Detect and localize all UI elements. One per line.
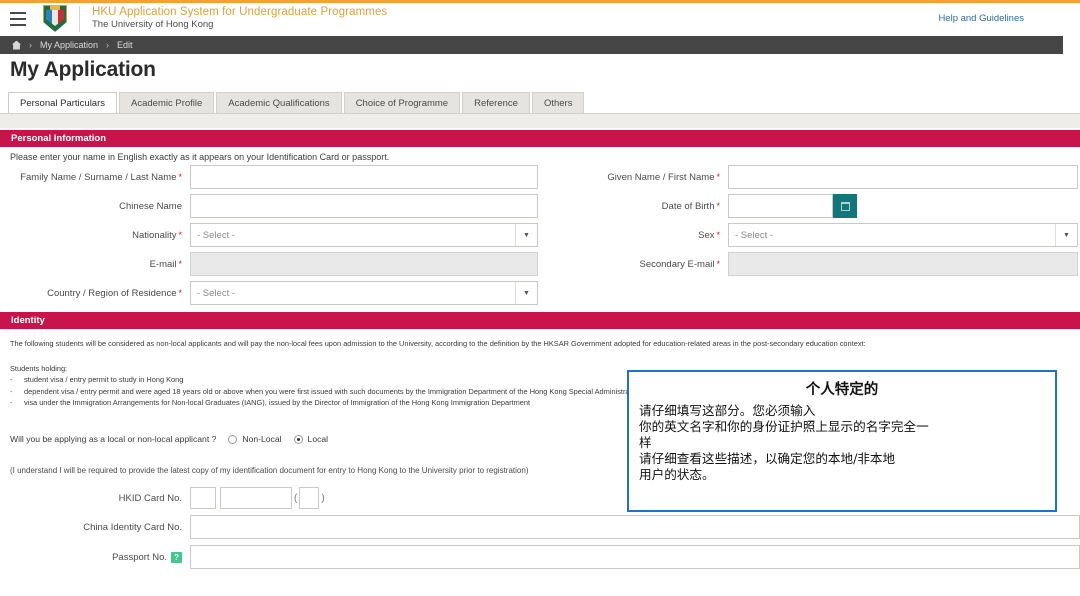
bullet-item-1: - student visa / entry permit to study in…	[10, 375, 184, 385]
system-title: HKU Application System for Undergraduate…	[92, 5, 388, 18]
label-chinese-name: Chinese Name	[119, 200, 182, 212]
label-given-name: Given Name / First Name *	[607, 171, 720, 183]
annotation-callout: 个人特定的 请仔细填写这部分。您必须输入 你的英文名字和你的身份证护照上显示的名…	[627, 370, 1057, 512]
radio-dot-non-local	[228, 434, 238, 444]
annotation-line-5: 用户的状态。	[639, 467, 715, 483]
label-passport-no: Passport No. ?	[0, 551, 182, 563]
bullet-item-3: - visa under the Immigration Arrangements…	[10, 398, 531, 408]
tab-bar: Personal Particulars Academic Profile Ac…	[8, 92, 586, 113]
annotation-line-3: 样	[639, 435, 652, 451]
annotation-body: 请仔细填写这部分。您必须输入 你的英文名字和你的身份证护照上显示的名字完全一 样…	[639, 403, 1045, 484]
input-china-identity-card-no[interactable]	[190, 515, 1080, 539]
radio-option-non-local[interactable]: Non-Local	[228, 434, 282, 444]
field-row-hkid: HKID Card No. ( )	[0, 487, 327, 509]
annotation-line-1: 请仔细填写这部分。您必须输入	[639, 403, 816, 418]
field-row-secondary-email: Secondary E-mail *	[600, 252, 1078, 276]
identity-bullet-list: Students holding: - student visa / entry …	[10, 363, 667, 409]
page-title: My Application	[10, 58, 156, 81]
identification-document-note: (I understand I will be required to prov…	[10, 466, 529, 475]
select-sex[interactable]: - Select - ▼	[728, 223, 1078, 247]
tab-reference[interactable]: Reference	[462, 92, 530, 113]
label-sex: Sex *	[698, 229, 720, 241]
header-titles: HKU Application System for Undergraduate…	[92, 6, 387, 31]
field-row-china-id: China Identity Card No.	[0, 515, 1080, 539]
breadcrumb-item-my-application[interactable]: My Application	[40, 40, 98, 50]
section-header-identity: Identity	[0, 312, 1080, 329]
field-row-chinese-name: Chinese Name	[0, 194, 538, 218]
calendar-icon[interactable]	[833, 194, 857, 218]
input-hkid-prefix[interactable]	[190, 487, 216, 509]
input-email[interactable]	[190, 252, 538, 276]
breadcrumb-separator-1: ›	[29, 40, 32, 50]
chevron-down-icon: ▼	[515, 282, 537, 304]
help-question-icon[interactable]: ?	[171, 551, 182, 563]
label-china-identity-card-no: China Identity Card No.	[83, 521, 182, 533]
annotation-line-2: 你的英文名字和你的身份证护照上显示的名字完全一	[639, 419, 929, 435]
tab-personal-particulars[interactable]: Personal Particulars	[8, 92, 118, 113]
applicant-type-row: Will you be applying as a local or non-l…	[10, 434, 328, 444]
field-row-given-name: Given Name / First Name *	[600, 165, 1078, 189]
tab-choice-of-programme[interactable]: Choice of Programme	[343, 92, 461, 113]
tabs-underline	[0, 113, 1080, 128]
label-email: E-mail *	[149, 258, 182, 270]
breadcrumb: › My Application › Edit	[0, 36, 1063, 54]
chevron-down-icon: ▼	[1055, 224, 1077, 246]
field-row-nationality: Nationality * - Select - ▼	[0, 223, 538, 247]
application-page: HKU Application System for Undergraduate…	[0, 0, 1080, 596]
breadcrumb-separator-2: ›	[106, 40, 110, 50]
university-name: The University of Hong Kong	[92, 19, 214, 31]
input-hkid-checkdigit[interactable]	[299, 487, 320, 509]
select-nationality-value: - Select -	[197, 229, 236, 241]
field-row-passport: Passport No. ?	[0, 545, 1080, 569]
menu-icon[interactable]	[10, 11, 26, 26]
help-and-guidelines-link[interactable]: Help and Guidelines	[938, 13, 1024, 24]
select-country-region[interactable]: - Select - ▼	[190, 281, 538, 305]
input-passport-no[interactable]	[190, 545, 1080, 569]
field-row-country-region: Country / Region of Residence * - Select …	[0, 281, 538, 305]
chevron-down-icon: ▼	[515, 224, 537, 246]
label-country-region: Country / Region of Residence *	[47, 287, 182, 299]
label-family-name: Family Name / Surname / Last Name *	[20, 171, 182, 183]
header-divider	[79, 5, 80, 32]
input-date-of-birth[interactable]	[728, 194, 833, 218]
input-family-name[interactable]	[190, 165, 538, 189]
annotation-title: 个人特定的	[805, 382, 879, 398]
radio-dot-local	[293, 434, 303, 444]
breadcrumb-item-edit[interactable]: Edit	[117, 40, 133, 50]
hkid-close-paren: )	[321, 492, 325, 504]
site-header: HKU Application System for Undergraduate…	[0, 3, 1080, 34]
label-hkid-card-no: HKID Card No.	[118, 492, 182, 504]
label-secondary-email: Secondary E-mail *	[639, 258, 721, 270]
hkid-open-paren: (	[294, 492, 298, 504]
name-entry-hint: Please enter your name in English exactl…	[10, 152, 390, 162]
label-nationality: Nationality *	[132, 229, 182, 241]
input-hkid-number[interactable]	[220, 487, 292, 509]
field-row-family-name: Family Name / Surname / Last Name *	[0, 165, 538, 189]
field-row-date-of-birth: Date of Birth *	[600, 194, 857, 218]
select-sex-value: - Select -	[735, 229, 774, 241]
section-header-personal-information: Personal Information	[0, 130, 1080, 147]
field-row-sex: Sex * - Select - ▼	[600, 223, 1078, 247]
select-country-region-value: - Select -	[197, 287, 236, 299]
radio-label-local: Local	[307, 434, 329, 444]
tab-academic-qualifications[interactable]: Academic Qualifications	[216, 92, 342, 113]
applicant-type-question: Will you be applying as a local or non-l…	[10, 434, 217, 444]
radio-label-non-local: Non-Local	[242, 434, 282, 444]
field-row-email: E-mail *	[0, 252, 538, 276]
radio-option-local[interactable]: Local	[293, 434, 329, 444]
input-secondary-email[interactable]	[728, 252, 1078, 276]
home-icon[interactable]	[12, 40, 21, 50]
students-holding-label: Students holding:	[10, 364, 68, 373]
tab-academic-profile[interactable]: Academic Profile	[119, 92, 215, 113]
bullet-item-2: - dependent visa / entry permit and were …	[10, 386, 667, 396]
input-chinese-name[interactable]	[190, 194, 538, 218]
annotation-line-4: 请仔细查看这些描述，以确定您的本地/非本地	[639, 451, 896, 467]
hku-crest-icon	[43, 5, 67, 32]
label-date-of-birth: Date of Birth *	[661, 200, 720, 212]
select-nationality[interactable]: - Select - ▼	[190, 223, 538, 247]
tab-others[interactable]: Others	[531, 92, 585, 113]
input-given-name[interactable]	[728, 165, 1078, 189]
identity-intro-paragraph: The following students will be considere…	[10, 339, 866, 348]
